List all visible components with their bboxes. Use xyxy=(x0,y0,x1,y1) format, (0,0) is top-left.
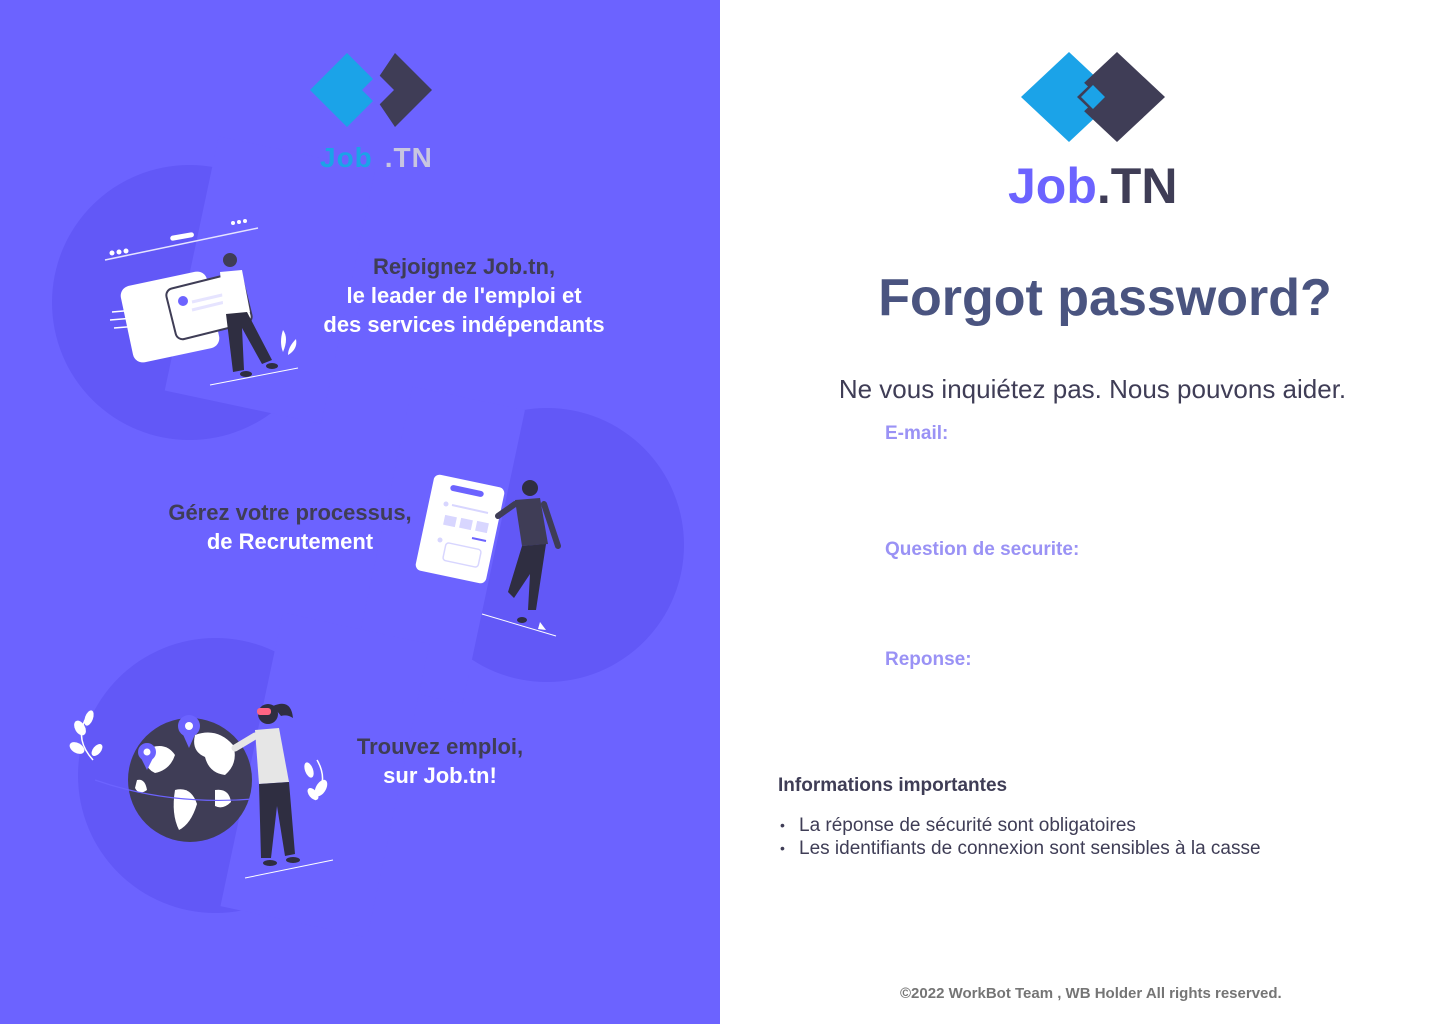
security-question-label: Question de securite: xyxy=(885,539,1080,560)
info-title: Informations importantes xyxy=(778,775,1008,796)
recruitment-illustration xyxy=(415,474,561,637)
security-question-field[interactable] xyxy=(885,571,1305,615)
feature-3-line-2: sur Job.tn! xyxy=(383,763,497,788)
logo-tn-text: .TN xyxy=(1096,158,1178,214)
info-item: La réponse de sécurité sont obligatoires xyxy=(778,814,1261,837)
feature-3-line-1: Trouvez emploi, xyxy=(356,734,524,759)
page-subtitle: Ne vous inquiétez pas. Nous pouvons aide… xyxy=(838,374,1347,404)
footer-copyright: ©2022 WorkBot Team , WB Holder All right… xyxy=(900,985,1282,1002)
logo-job-text: Job xyxy=(320,142,373,173)
feature-1-line-1: Rejoignez Job.tn, xyxy=(372,254,556,279)
feature-2-line-2: de Recrutement xyxy=(206,529,374,554)
credit-card-illustration xyxy=(104,219,299,386)
feature-1-line-2: le leader de l'emploi et xyxy=(346,283,582,308)
info-item: Les identifiants de connexion sont sensi… xyxy=(778,837,1261,860)
page-title: Forgot password? xyxy=(878,269,1332,327)
globe-illustration xyxy=(69,703,334,879)
email-field[interactable] xyxy=(885,455,1305,499)
answer-field[interactable] xyxy=(885,681,1305,725)
logo-text: Job.TN xyxy=(1008,156,1177,216)
info-list: La réponse de sécurité sont obligatoires… xyxy=(778,814,1261,860)
feature-tagline-2: Gérez votre processus, de Recrutement xyxy=(150,498,430,556)
feature-tagline-3: Trouvez emploi, sur Job.tn! xyxy=(335,732,545,790)
logo-tn-text: .TN xyxy=(384,142,433,173)
left-logo-text: Job .TN xyxy=(320,142,433,174)
answer-label: Reponse: xyxy=(885,649,972,670)
left-panel: Job .TN Rejoignez Job.tn, le leader de l'… xyxy=(0,0,720,1024)
feature-tagline-1: Rejoignez Job.tn, le leader de l'emploi … xyxy=(300,252,628,339)
logo-job-text: Job xyxy=(1008,158,1097,214)
logo-mark xyxy=(1021,52,1165,142)
feature-1-line-3: des services indépendants xyxy=(323,312,605,337)
email-label: E-mail: xyxy=(885,423,949,444)
feature-2-line-1: Gérez votre processus, xyxy=(168,500,412,525)
